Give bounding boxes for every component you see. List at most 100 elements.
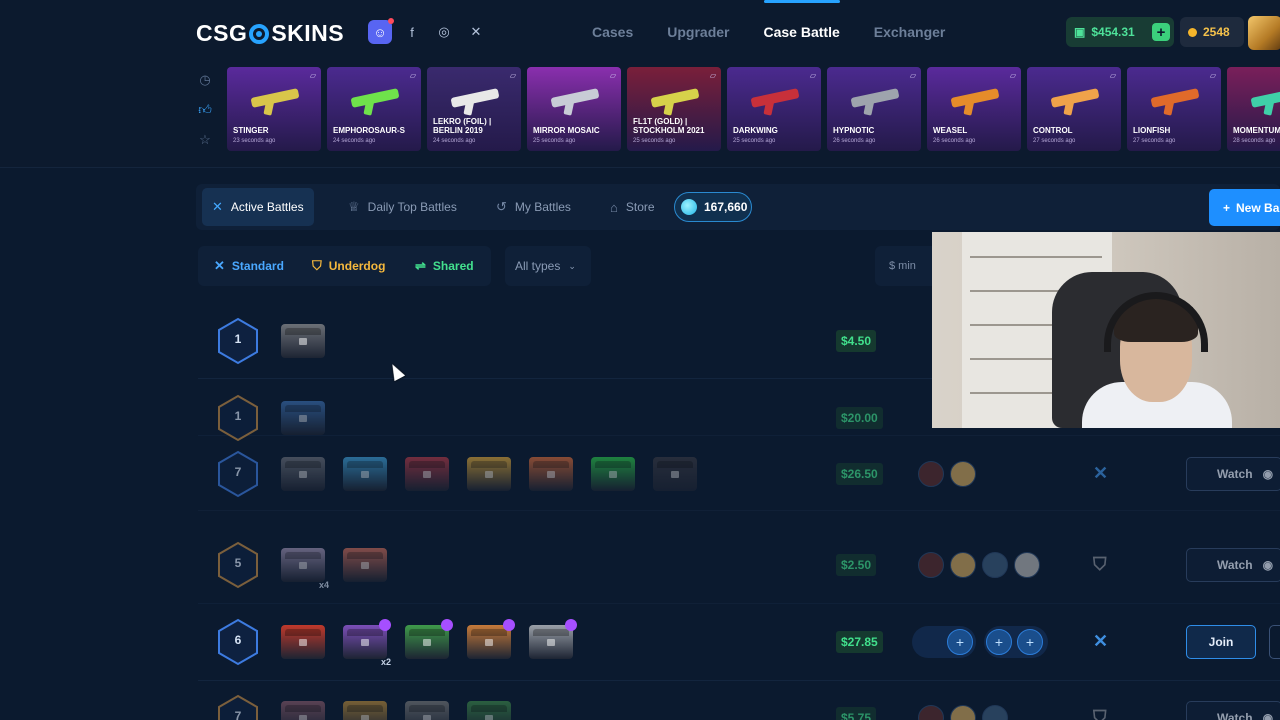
pin-icon[interactable]: ▱ <box>610 71 616 80</box>
skin-image <box>951 79 999 119</box>
site-logo[interactable]: CSG SKINS <box>196 20 344 47</box>
tab-my-battles[interactable]: ↺ My Battles <box>486 188 581 226</box>
pin-icon[interactable]: ▱ <box>810 71 816 80</box>
player-avatar[interactable] <box>918 705 944 720</box>
pin-icon[interactable]: ▱ <box>910 71 916 80</box>
case-icon <box>281 701 325 720</box>
min-price-placeholder: $ min <box>889 260 916 272</box>
discord-icon[interactable]: ☺ <box>368 18 394 44</box>
pin-icon[interactable]: ▱ <box>310 71 316 80</box>
battle-price: $20.00 <box>836 407 883 429</box>
deposit-plus-button[interactable]: + <box>1152 23 1170 41</box>
rounds-count: 1 <box>234 409 242 423</box>
eye-icon: ◉ <box>1262 558 1274 572</box>
player-avatar[interactable] <box>950 552 976 578</box>
join-slot-plus-button[interactable]: + <box>947 629 973 655</box>
pin-icon[interactable]: ▱ <box>1110 71 1116 80</box>
instagram-icon[interactable]: ◎ <box>432 20 456 44</box>
filter-underdog[interactable]: ⛉ Underdog <box>312 258 385 274</box>
watch-button[interactable]: Watch ◉ <box>1186 701 1280 720</box>
battle-price: $4.50 <box>836 330 877 352</box>
case-icon <box>467 619 515 659</box>
coins-display[interactable]: 2548 <box>1180 17 1244 47</box>
drop-time: 25 seconds ago <box>733 138 776 144</box>
clock-icon[interactable]: ◷ <box>196 72 214 90</box>
star-icon[interactable]: ☆ <box>196 132 214 150</box>
nav-exchanger[interactable]: Exchanger <box>874 24 946 40</box>
filter-shared[interactable]: ⇌ Shared <box>415 258 474 274</box>
tab-active-battles[interactable]: ✕ Active Battles <box>202 188 314 226</box>
player-avatar[interactable] <box>918 552 944 578</box>
case-multiplier: x2 <box>380 657 391 667</box>
case-icon <box>343 548 387 582</box>
tab-daily-top-battles[interactable]: ♕ Daily Top Battles <box>338 188 467 226</box>
crown-icon <box>379 619 391 631</box>
player-avatar[interactable] <box>1014 552 1040 578</box>
tab-store[interactable]: ⌂ Store <box>600 188 665 226</box>
battle-row[interactable]: 7 $5.75 ⛉ Watch ◉ <box>198 682 1280 720</box>
facebook-icon[interactable]: f <box>400 20 424 44</box>
live-drop-card[interactable]: ▱ HYPNOTIC 26 seconds ago <box>827 67 921 151</box>
skin-image <box>551 79 599 119</box>
case-icon <box>281 457 325 491</box>
more-options-button[interactable] <box>1269 625 1280 659</box>
case-icon <box>281 401 325 435</box>
crown-icon <box>441 619 453 631</box>
drop-time: 23 seconds ago <box>233 138 276 144</box>
live-drop-card[interactable]: ▱ LEKRO (FOIL) | BERLIN 2019 24 seconds ag… <box>427 67 521 151</box>
skin-name: FL1T (GOLD) | STOCKHOLM 2021 <box>633 117 705 135</box>
live-drop-card[interactable]: ▱ DARKWING 25 seconds ago <box>727 67 821 151</box>
skin-name: EMPHOROSAUR-S <box>333 126 406 135</box>
new-battle-button[interactable]: + New Ba <box>1209 189 1280 226</box>
battle-row[interactable]: 7 $26.50 ✕ Watch ◉ <box>198 437 1280 511</box>
case-icon <box>467 457 511 491</box>
filter-standard[interactable]: ✕ Standard <box>214 258 284 274</box>
case-icon <box>467 701 511 720</box>
live-drop-card[interactable]: ▱ EMPHOROSAUR-S 24 seconds ago <box>327 67 421 151</box>
nav-cases[interactable]: Cases <box>592 24 633 40</box>
type-select[interactable]: All types ⌄ <box>505 246 591 286</box>
live-drop-card[interactable]: ▱ WEASEL 26 seconds ago <box>927 67 1021 151</box>
drop-time: 24 seconds ago <box>333 138 376 144</box>
watch-button[interactable]: Watch ◉ <box>1186 548 1280 582</box>
x-twitter-icon[interactable]: ✕ <box>464 20 488 44</box>
drop-time: 27 seconds ago <box>1033 138 1076 144</box>
avatar[interactable] <box>1248 16 1280 50</box>
pin-icon[interactable]: ▱ <box>410 71 416 80</box>
skin-image <box>1051 79 1099 119</box>
battle-row[interactable]: 6 x2 $27.85 + + + ✕ Join <box>198 605 1280 681</box>
live-drop-card[interactable]: ▱ FL1T (GOLD) | STOCKHOLM 2021 25 seconds … <box>627 67 721 151</box>
live-drop-card[interactable]: ▱ CONTROL 27 seconds ago <box>1027 67 1121 151</box>
nav-case-battle[interactable]: Case Battle <box>763 0 841 40</box>
battle-row[interactable]: 5 x4 $2.50 ⛉ Watch ◉ <box>198 526 1280 604</box>
min-price-input[interactable]: $ min <box>875 246 935 286</box>
logo-text-right: SKINS <box>271 20 345 46</box>
pin-icon[interactable]: ▱ <box>1210 71 1216 80</box>
drop-time: 26 seconds ago <box>833 138 876 144</box>
join-slot-plus-button[interactable]: + <box>986 629 1012 655</box>
pin-icon[interactable]: ▱ <box>710 71 716 80</box>
drop-time: 24 seconds ago <box>433 138 476 144</box>
player-avatar[interactable] <box>982 552 1008 578</box>
player-avatar[interactable] <box>950 461 976 487</box>
watch-button[interactable]: Watch ◉ <box>1186 457 1280 491</box>
gems-balance[interactable]: 167,660 <box>674 192 752 222</box>
thumbs-up-icon[interactable]: 👍︎ <box>196 102 214 120</box>
crossed-swords-icon: ✕ <box>212 199 223 214</box>
skin-image <box>1251 79 1280 119</box>
live-drop-card[interactable]: ▱ MIRROR MOSAIC 25 seconds ago <box>527 67 621 151</box>
live-drop-card[interactable]: ▱ STINGER 23 seconds ago <box>227 67 321 151</box>
join-slot-plus-button[interactable]: + <box>1017 629 1043 655</box>
player-avatar[interactable] <box>982 705 1008 720</box>
balance-display[interactable]: ▣ $454.31 + <box>1066 17 1174 47</box>
battle-mode-filters: ✕ Standard ⛉ Underdog ⇌ Shared <box>198 246 491 286</box>
player-avatar[interactable] <box>950 705 976 720</box>
live-drop-card[interactable]: ▱MOMENTUM28 seconds ago <box>1227 67 1280 151</box>
nav-upgrader[interactable]: Upgrader <box>667 24 729 40</box>
join-button[interactable]: Join <box>1186 625 1256 659</box>
player-avatar[interactable] <box>918 461 944 487</box>
pin-icon[interactable]: ▱ <box>1010 71 1016 80</box>
pin-icon[interactable]: ▱ <box>510 71 516 80</box>
crossed-swords-icon: ✕ <box>1093 631 1109 651</box>
live-drop-card[interactable]: ▱ LIONFISH 27 seconds ago <box>1127 67 1221 151</box>
